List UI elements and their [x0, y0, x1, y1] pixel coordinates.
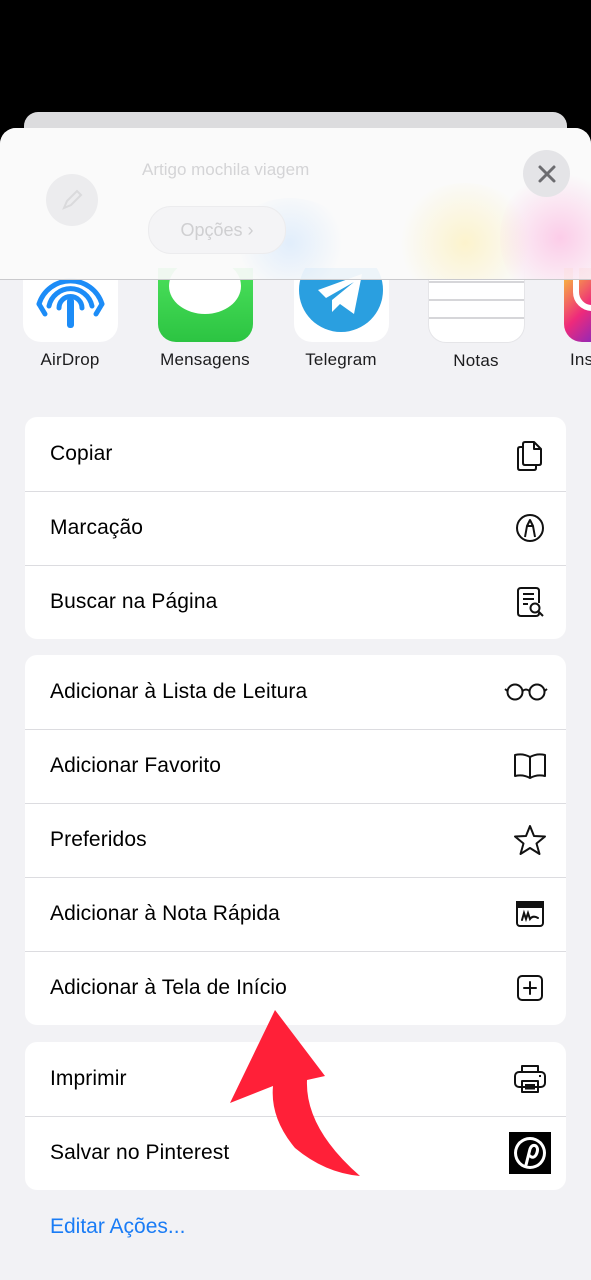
action-label: Buscar na Página — [50, 590, 218, 613]
app-label: Notas — [453, 351, 499, 370]
find-on-page-icon — [512, 584, 548, 620]
quick-note-icon — [512, 896, 548, 932]
markup-icon — [512, 510, 548, 546]
close-button[interactable] — [523, 150, 570, 197]
site-icon — [46, 174, 98, 226]
action-label: Adicionar à Lista de Leitura — [50, 680, 308, 703]
add-square-icon — [512, 970, 548, 1006]
action-add-bookmark[interactable]: Adicionar Favorito — [25, 729, 566, 803]
action-add-quick-note[interactable]: Adicionar à Nota Rápida — [25, 877, 566, 951]
app-share-row: AirDrop Mensagens Telegram Notas Ins — [0, 268, 591, 378]
action-label: Imprimir — [50, 1067, 127, 1090]
action-markup[interactable]: Marcação — [25, 491, 566, 565]
app-instagram[interactable]: Ins — [552, 268, 591, 370]
share-sheet-header: Artigo mochila viagem Opções › — [0, 128, 591, 280]
app-label: AirDrop — [40, 350, 100, 369]
edit-actions-link[interactable]: Editar Ações... — [50, 1215, 185, 1239]
pinterest-icon — [509, 1132, 551, 1174]
share-sheet: Artigo mochila viagem Opções › AirDrop M… — [0, 128, 591, 1280]
app-telegram[interactable]: Telegram — [281, 268, 401, 370]
action-label: Adicionar à Tela de Início — [50, 976, 287, 999]
action-label: Preferidos — [50, 828, 147, 851]
app-label: Telegram — [305, 350, 377, 369]
action-label: Salvar no Pinterest — [50, 1141, 230, 1164]
app-notes[interactable]: Notas — [416, 268, 536, 371]
annotation-arrow — [230, 1010, 360, 1176]
action-label: Marcação — [50, 516, 144, 539]
star-icon — [512, 822, 548, 858]
close-icon — [538, 165, 555, 182]
action-label: Adicionar Favorito — [50, 754, 222, 777]
actions-group-2: Adicionar à Lista de Leitura Adicionar F… — [25, 655, 566, 1025]
app-label: Mensagens — [160, 350, 250, 369]
share-title: Artigo mochila viagem — [142, 160, 310, 179]
app-label: Ins — [570, 350, 591, 369]
action-favorites[interactable]: Preferidos — [25, 803, 566, 877]
action-add-reading-list[interactable]: Adicionar à Lista de Leitura — [25, 655, 566, 729]
copy-icon — [512, 436, 548, 472]
action-copy[interactable]: Copiar — [25, 417, 566, 491]
action-label: Adicionar à Nota Rápida — [50, 902, 280, 925]
app-messages[interactable]: Mensagens — [145, 268, 265, 370]
app-airdrop[interactable]: AirDrop — [10, 268, 130, 370]
options-button[interactable]: Opções › — [148, 206, 286, 254]
book-icon — [512, 748, 548, 784]
printer-icon — [512, 1061, 548, 1097]
action-find-on-page[interactable]: Buscar na Página — [25, 565, 566, 639]
glasses-icon — [504, 674, 548, 710]
action-label: Copiar — [50, 442, 113, 465]
actions-group-1: Copiar Marcação Buscar na Página — [25, 417, 566, 639]
